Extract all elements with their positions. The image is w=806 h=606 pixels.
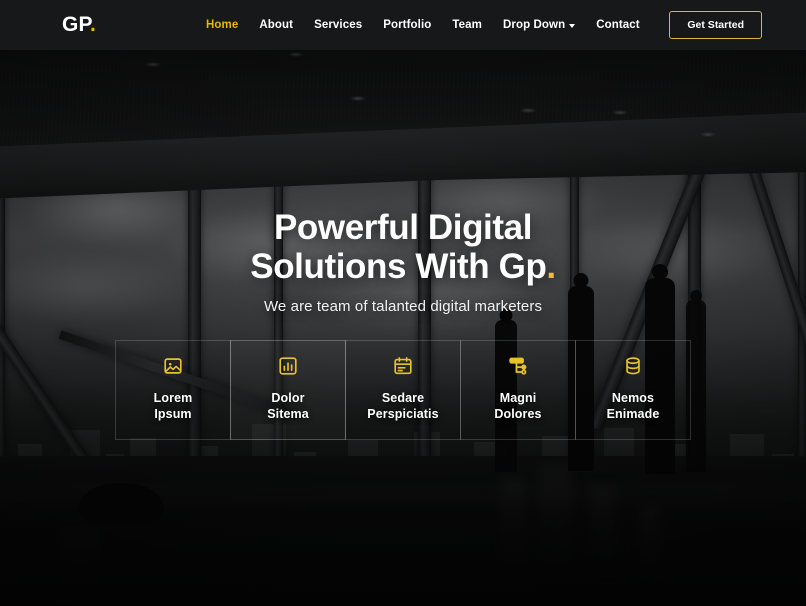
layout-icon — [507, 355, 529, 377]
hero-title-accent-dot: . — [546, 247, 556, 287]
chevron-down-icon — [569, 24, 576, 28]
logo-accent-dot: . — [90, 13, 97, 36]
get-started-button[interactable]: Get Started — [669, 11, 762, 39]
feature-card-title: Sedare Perspiciatis — [367, 390, 438, 422]
feature-title-line-1: Sedare — [381, 391, 425, 405]
main-navigation: Home About Services Portfolio Team Drop … — [206, 19, 640, 31]
feature-card-magni-dolores[interactable]: Magni Dolores — [460, 340, 576, 440]
image-icon — [162, 355, 184, 377]
hero-subtitle: We are team of talanted digital marketer… — [263, 298, 543, 316]
nav-item-home[interactable]: Home — [206, 19, 238, 31]
hero-section: Powerful Digital Solutions With Gp. We a… — [0, 50, 806, 606]
site-header: GP. Home About Services Portfolio Team D… — [0, 0, 806, 50]
nav-item-team[interactable]: Team — [452, 19, 482, 31]
feature-card-dolor-sitema[interactable]: Dolor Sitema — [230, 340, 346, 440]
feature-title-line-2: Ipsum — [154, 407, 192, 421]
feature-title-line-1: Nemos — [611, 391, 655, 405]
nav-item-services[interactable]: Services — [314, 19, 362, 31]
feature-card-title: Dolor Sitema — [267, 390, 309, 422]
feature-title-line-2: Perspiciatis — [367, 407, 439, 421]
site-logo[interactable]: GP. — [62, 13, 96, 37]
feature-card-title: Lorem Ipsum — [154, 390, 193, 422]
feature-title-line-1: Dolor — [271, 391, 305, 405]
feature-card-sedare-perspiciatis[interactable]: Sedare Perspiciatis — [345, 340, 461, 440]
feature-title-line-2: Enimade — [606, 407, 660, 421]
calendar-icon — [392, 355, 414, 377]
nav-item-contact[interactable]: Contact — [596, 19, 640, 31]
logo-text: GP — [62, 13, 91, 36]
feature-title-line-1: Magni — [499, 391, 537, 405]
hero-title-line-2: Solutions With Gp — [250, 247, 547, 287]
feature-card-title: Nemos Enimade — [607, 390, 660, 422]
chart-bar-icon — [277, 355, 299, 377]
feature-title-line-1: Lorem — [153, 391, 193, 405]
hero-title-line-1: Powerful Digital — [273, 208, 533, 247]
nav-item-portfolio[interactable]: Portfolio — [383, 19, 431, 31]
feature-card-list: Lorem Ipsum Dolor Sitema Sedare Perspici… — [115, 340, 691, 440]
hero-title: Powerful Digital Solutions With Gp. — [250, 208, 556, 286]
nav-item-drop-down[interactable]: Drop Down — [502, 19, 576, 31]
feature-card-title: Magni Dolores — [494, 390, 541, 422]
nav-drop-down-label: Drop Down — [502, 19, 566, 31]
feature-title-line-2: Sitema — [267, 407, 309, 421]
feature-card-lorem-ipsum[interactable]: Lorem Ipsum — [115, 340, 231, 440]
database-icon — [622, 355, 644, 377]
feature-card-nemos-enimade[interactable]: Nemos Enimade — [575, 340, 691, 440]
nav-item-about[interactable]: About — [259, 19, 293, 31]
page-root: GP. Home About Services Portfolio Team D… — [0, 0, 806, 606]
feature-title-line-2: Dolores — [494, 407, 542, 421]
